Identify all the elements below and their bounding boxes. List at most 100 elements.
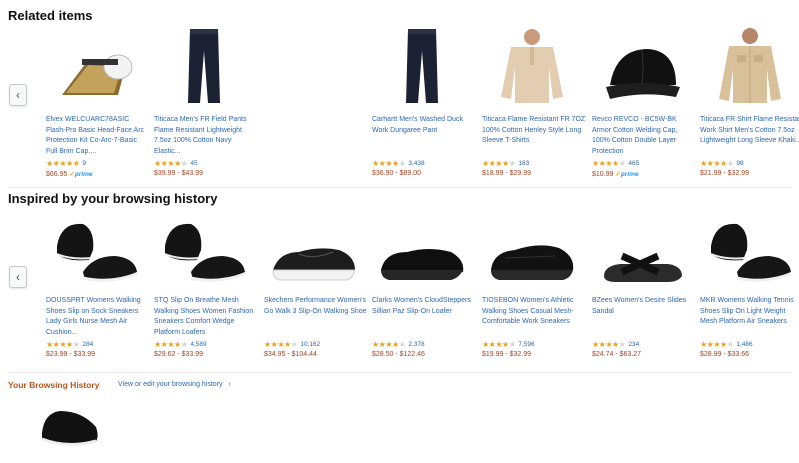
product-price: $28.50 - $122.46 xyxy=(372,351,425,358)
product-image[interactable] xyxy=(482,213,582,291)
product-card[interactable]: Titicaca Flame Resistant FR 7OZ 100% Cot… xyxy=(482,29,586,177)
product-card[interactable]: MKR Womens Walking Tennis Shoes Slip On … xyxy=(700,213,799,358)
product-rating[interactable]: ★★★★★ 183 xyxy=(482,159,586,168)
product-image[interactable] xyxy=(372,213,472,291)
knit-sneaker-icon xyxy=(487,236,577,291)
product-title[interactable]: Titicaca Men's FR Field Pants Flame Resi… xyxy=(154,115,258,158)
browsing-history-link[interactable]: View or edit your browsing history › xyxy=(118,381,231,388)
product-rating[interactable]: ★★★★★ 3,438 xyxy=(372,159,476,168)
star-rating-icon: ★★★★★ xyxy=(592,159,626,168)
review-count[interactable]: 45 xyxy=(190,160,197,167)
product-rating[interactable]: ★★★★★ 465 xyxy=(592,159,696,168)
product-image[interactable] xyxy=(154,213,254,291)
product-card[interactable]: BZees Women's Desire Slides Sandal ★★★★★ 2… xyxy=(592,213,696,358)
related-items-title: Related items xyxy=(8,8,93,23)
product-card[interactable]: TIOSEBON Women's Athletic Walking Shoes … xyxy=(482,213,586,358)
review-count[interactable]: 234 xyxy=(628,341,639,348)
review-count[interactable]: 4,589 xyxy=(190,341,206,348)
inspired-title: Inspired by your browsing history xyxy=(8,191,218,206)
product-image[interactable] xyxy=(46,32,146,110)
review-count[interactable]: 9 xyxy=(82,160,86,167)
product-rating[interactable]: ★★★★★ 4,589 xyxy=(154,340,258,349)
product-title[interactable]: BZees Women's Desire Slides Sandal xyxy=(592,296,696,339)
product-price: $24.74 - $63.27 xyxy=(592,351,642,358)
product-price: $19.99 - $32.99 xyxy=(482,351,532,358)
carousel-prev-button[interactable]: ‹ xyxy=(9,84,27,106)
pants-icon xyxy=(402,27,442,110)
product-image[interactable] xyxy=(700,213,799,291)
welding-cap-icon xyxy=(602,41,682,110)
product-title[interactable]: Skechers Performance Women's Go Walk 3 S… xyxy=(264,296,368,339)
review-count[interactable]: 1,486 xyxy=(736,341,752,348)
product-price: $66.95 ✓prime xyxy=(46,171,93,178)
browsing-history-title: Your Browsing History xyxy=(8,380,100,390)
product-image[interactable] xyxy=(592,32,692,110)
product-image[interactable] xyxy=(372,29,472,110)
product-image[interactable] xyxy=(592,213,692,291)
product-card[interactable]: Titicaca FR Shirt Flame Resistant Work S… xyxy=(700,28,799,177)
product-rating[interactable]: ★★★★★ 45 xyxy=(154,159,258,168)
product-card[interactable]: Titicaca Men's FR Field Pants Flame Resi… xyxy=(154,29,258,177)
prime-badge: ✓prime xyxy=(69,171,93,178)
product-rating[interactable]: ★★★★★ 7,596 xyxy=(482,340,586,349)
review-count[interactable]: 284 xyxy=(82,341,93,348)
product-card[interactable]: DOUSSPRT Womens Walking Shoes Slip on So… xyxy=(46,213,150,358)
product-title[interactable]: Revco REVCO - BC5W-BK Armor Cotton Weldi… xyxy=(592,115,696,158)
star-rating-icon: ★★★★★ xyxy=(154,159,188,168)
loafer-icon xyxy=(377,238,467,291)
review-count[interactable]: 183 xyxy=(518,160,529,167)
slide-sandal-icon xyxy=(598,242,686,291)
product-card[interactable]: STQ Slip On Breathe Mesh Walking Shoes W… xyxy=(154,213,258,358)
product-rating[interactable]: ★★★★★ 1,486 xyxy=(700,340,799,349)
product-title[interactable]: TIOSEBON Women's Athletic Walking Shoes … xyxy=(482,296,586,339)
pants-icon xyxy=(184,27,224,110)
product-title[interactable]: Titicaca FR Shirt Flame Resistant Work S… xyxy=(700,115,799,158)
prime-badge: ✓prime xyxy=(615,171,639,178)
star-rating-icon: ★★★★★ xyxy=(46,340,80,349)
review-count[interactable]: 3,438 xyxy=(408,160,424,167)
product-card[interactable]: Elvex WELCUARC78ASIC Flash-Pro Basic Hea… xyxy=(46,32,150,178)
slip-on-shoe-icon xyxy=(269,236,359,291)
carousel-prev-button[interactable]: ‹ xyxy=(9,266,27,288)
product-image[interactable] xyxy=(700,28,799,110)
product-rating[interactable]: ★★★★★ 98 xyxy=(700,159,799,168)
product-title[interactable]: MKR Womens Walking Tennis Shoes Slip On … xyxy=(700,296,799,339)
product-card[interactable]: Skechers Performance Women's Go Walk 3 S… xyxy=(264,213,368,358)
product-image[interactable] xyxy=(46,213,146,291)
review-count[interactable]: 10,162 xyxy=(300,341,320,348)
review-count[interactable]: 7,596 xyxy=(518,341,534,348)
sneaker-pair-icon xyxy=(707,216,793,291)
product-title[interactable]: STQ Slip On Breathe Mesh Walking Shoes W… xyxy=(154,296,258,339)
star-rating-icon: ★★★★★ xyxy=(482,340,516,349)
product-rating[interactable]: ★★★★★ 284 xyxy=(46,340,150,349)
product-card[interactable]: Revco REVCO - BC5W-BK Armor Cotton Weldi… xyxy=(592,32,696,178)
product-rating[interactable]: ★★★★★ 10,162 xyxy=(264,340,368,349)
product-image[interactable] xyxy=(482,29,582,110)
product-image[interactable] xyxy=(264,213,364,291)
review-count[interactable]: 2,378 xyxy=(408,341,424,348)
product-rating[interactable]: ★★★★★ 234 xyxy=(592,340,696,349)
divider-1 xyxy=(8,187,792,188)
work-shirt-icon xyxy=(715,27,785,110)
product-price: $39.99 - $43.99 xyxy=(154,170,204,177)
review-count[interactable]: 98 xyxy=(736,160,743,167)
star-rating-icon: ★★★★★ xyxy=(46,159,80,168)
product-card[interactable]: Carhartt Men's Washed Duck Work Dungaree… xyxy=(372,29,476,177)
product-title[interactable]: Elvex WELCUARC78ASIC Flash-Pro Basic Hea… xyxy=(46,115,150,158)
star-rating-icon: ★★★★★ xyxy=(482,159,516,168)
product-title[interactable]: DOUSSPRT Womens Walking Shoes Slip on So… xyxy=(46,296,150,339)
star-rating-icon: ★★★★★ xyxy=(372,340,406,349)
product-title[interactable]: Carhartt Men's Washed Duck Work Dungaree… xyxy=(372,115,476,158)
star-rating-icon: ★★★★★ xyxy=(700,159,734,168)
shoe-icon[interactable] xyxy=(38,405,102,453)
product-title[interactable]: Clarks Women's CloudSteppers Sillian Paz… xyxy=(372,296,476,339)
product-rating[interactable]: ★★★★★ 9 xyxy=(46,159,150,168)
review-count[interactable]: 465 xyxy=(628,160,639,167)
product-card[interactable]: Clarks Women's CloudSteppers Sillian Paz… xyxy=(372,213,476,358)
product-rating[interactable]: ★★★★★ 2,378 xyxy=(372,340,476,349)
sneaker-pair-icon xyxy=(161,216,247,291)
product-image[interactable] xyxy=(154,29,254,110)
divider-2 xyxy=(8,372,792,373)
product-title[interactable]: Titicaca Flame Resistant FR 7OZ 100% Cot… xyxy=(482,115,586,158)
star-rating-icon: ★★★★★ xyxy=(264,340,298,349)
